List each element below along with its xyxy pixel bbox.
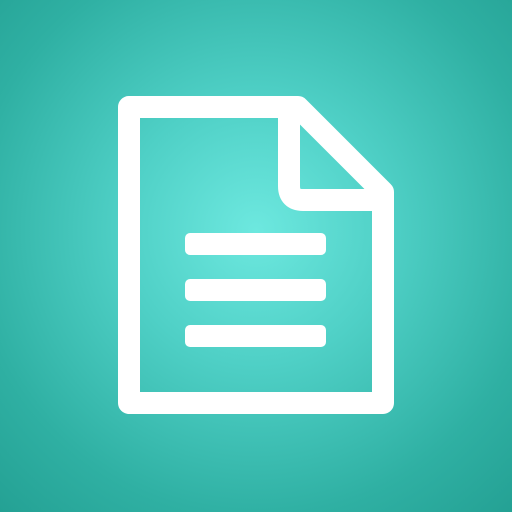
text-line-3 (185, 325, 326, 347)
app-icon-canvas (0, 0, 512, 512)
document-icon (118, 96, 394, 414)
text-line-2 (185, 279, 326, 301)
text-line-1 (185, 233, 326, 255)
